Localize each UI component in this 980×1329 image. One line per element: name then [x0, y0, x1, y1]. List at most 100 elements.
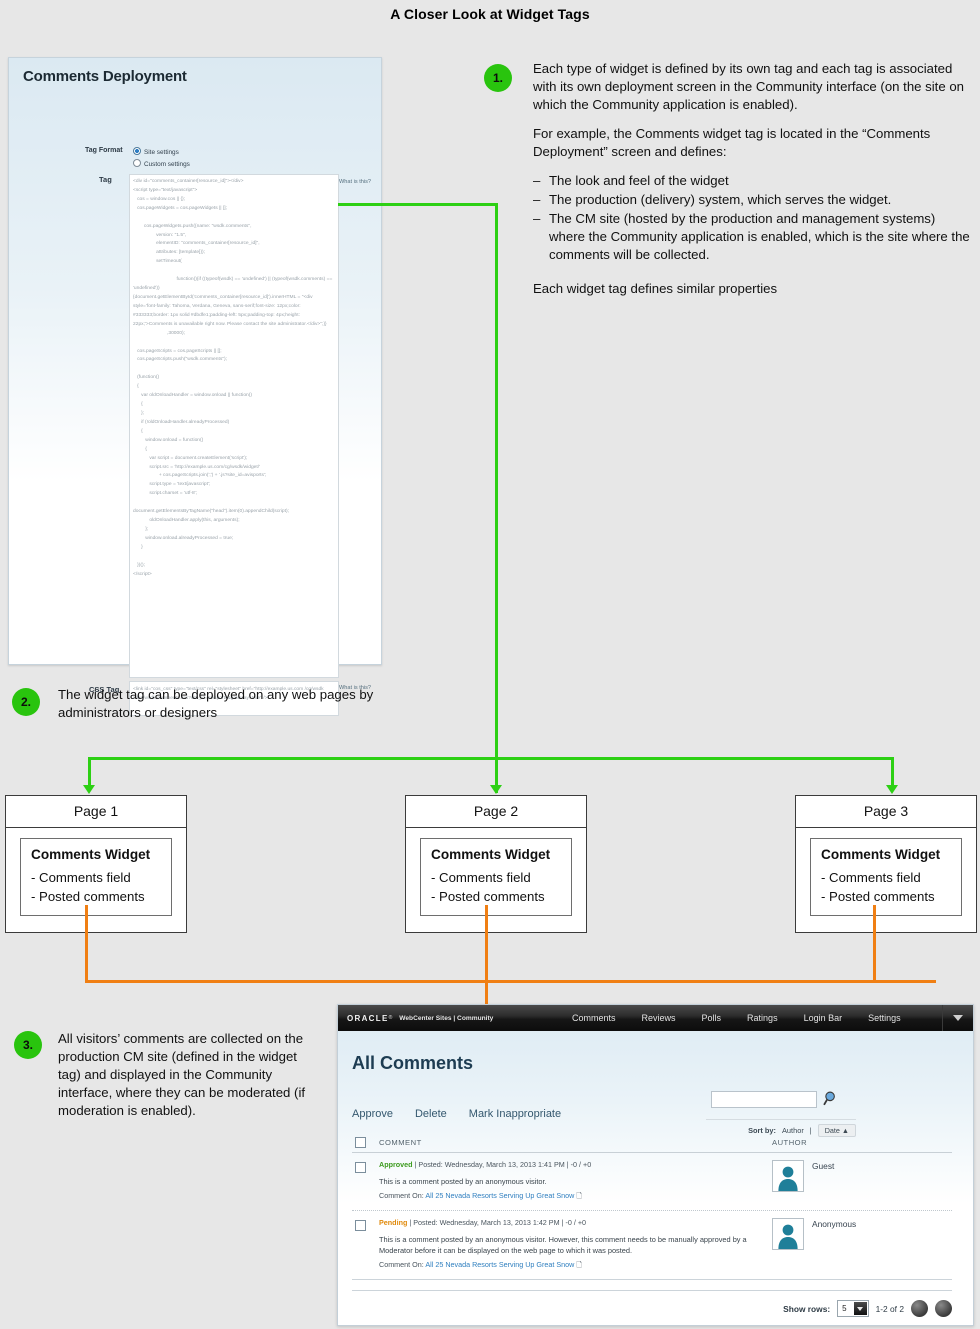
tag-label: Tag	[99, 175, 112, 184]
comment-on-link[interactable]: All 25 Nevada Resorts Serving Up Great S…	[425, 1191, 574, 1200]
tag-code-field[interactable]: <div id="comments_container[resource_id]…	[129, 174, 339, 678]
step-2-badge: 2.	[12, 688, 40, 716]
delete-button[interactable]: Delete	[415, 1108, 447, 1120]
page-box-3-header: Page 3	[796, 796, 976, 828]
approve-button[interactable]: Approve	[352, 1108, 393, 1120]
comments-widget-2-line2: - Posted comments	[431, 888, 545, 904]
sort-by-date[interactable]: Date ▲	[817, 1124, 856, 1137]
next-page-button[interactable]	[935, 1300, 952, 1317]
table-pagination: Show rows: 5 1-2 of 2	[352, 1290, 952, 1317]
page-box-2-header: Page 2	[406, 796, 586, 828]
comments-table: COMMENT AUTHOR Approved | Posted: Wednes…	[352, 1137, 952, 1281]
orange-line-from-page3	[873, 905, 876, 982]
row-author-cell: Anonymous	[772, 1218, 952, 1272]
oracle-logo-text: ORACLE	[347, 1013, 389, 1023]
nav-item-settings[interactable]: Settings	[855, 1013, 914, 1023]
external-link-icon: 🗋	[576, 1191, 583, 1201]
step-3-paragraph-1: All visitors’ comments are collected on …	[58, 1031, 306, 1118]
nav-item-reviews[interactable]: Reviews	[629, 1013, 689, 1023]
user-silhouette-icon	[778, 1224, 798, 1250]
show-rows-label: Show rows:	[783, 1303, 831, 1314]
page-title: A Closer Look at Widget Tags	[390, 6, 590, 22]
row-checkbox[interactable]	[355, 1162, 366, 1173]
page-box-2-body: Comments Widget - Comments field - Poste…	[406, 828, 586, 932]
radio-custom-settings[interactable]: Custom settings	[133, 159, 190, 168]
comments-deployment-title: Comments Deployment	[23, 68, 187, 85]
green-bus-line	[88, 757, 894, 760]
nav-item-polls[interactable]: Polls	[689, 1013, 735, 1023]
row-comment-on: Comment On: All 25 Nevada Resorts Servin…	[379, 1190, 762, 1203]
green-arrow-page3	[886, 785, 898, 794]
step-1-bullet-3: The CM site (hosted by the production an…	[533, 210, 973, 264]
search-icon[interactable]	[823, 1090, 840, 1107]
sort-by-author[interactable]: Author	[782, 1126, 804, 1135]
page-box-1: Page 1 Comments Widget - Comments field …	[5, 795, 187, 934]
oracle-brand: ORACLE ® WebCenter Sites | Community	[338, 1014, 559, 1023]
comment-on-label: Comment On:	[379, 1260, 424, 1270]
page-box-1-header: Page 1	[6, 796, 186, 828]
step-1-bullet-2: The production (delivery) system, which …	[533, 191, 973, 209]
row-meta: Pending | Posted: Wednesday, March 13, 2…	[379, 1218, 762, 1227]
step-1-text: Each type of widget is defined by its ow…	[533, 60, 973, 308]
user-silhouette-icon	[778, 1166, 798, 1191]
nav-item-ratings[interactable]: Ratings	[734, 1013, 791, 1023]
nav-item-comments[interactable]: Comments	[559, 1013, 629, 1023]
nav-item-login-bar[interactable]: Login Bar	[791, 1013, 856, 1023]
mark-inappropriate-button[interactable]: Mark Inappropriate	[469, 1108, 561, 1120]
comments-widget-3-line2: - Posted comments	[821, 888, 935, 904]
pagination-range: 1-2 of 2	[875, 1303, 904, 1314]
comments-widget-2-title: Comments Widget	[431, 847, 551, 862]
row-comment-on: Comment On: All 25 Nevada Resorts Servin…	[379, 1259, 762, 1272]
external-link-icon: 🗋	[576, 1260, 583, 1270]
comments-deployment-screenshot: Comments Deployment Tag Format Site sett…	[8, 57, 382, 716]
row-checkbox[interactable]	[355, 1220, 366, 1232]
comments-widget-1-title: Comments Widget	[31, 847, 151, 862]
column-header-author: AUTHOR	[772, 1138, 808, 1147]
row-author-cell: Guest	[772, 1160, 952, 1203]
status-badge: Pending	[379, 1218, 408, 1228]
show-rows-select[interactable]: 5	[837, 1300, 869, 1317]
search-input[interactable]	[711, 1091, 817, 1108]
row-comment-cell: Approved | Posted: Wednesday, March 13, …	[379, 1160, 772, 1203]
row-select-cell[interactable]	[352, 1218, 379, 1272]
comments-widget-2: Comments Widget - Comments field - Poste…	[420, 838, 572, 917]
green-line-from-tag	[338, 203, 498, 206]
row-select-cell[interactable]	[352, 1160, 379, 1203]
what-is-this-link-tag[interactable]: What is this?	[339, 179, 371, 185]
registered-mark-icon: ®	[388, 1015, 393, 1021]
tag-format-label: Tag Format	[85, 147, 123, 154]
row-author-name: Anonymous	[812, 1219, 857, 1230]
comment-on-label: Comment On:	[379, 1191, 424, 1201]
step-3-text: All visitors’ comments are collected on …	[58, 1030, 320, 1131]
green-arrow-page1	[83, 785, 95, 794]
nav-more-button[interactable]	[942, 1005, 973, 1031]
sort-by-label: Sort by:	[748, 1126, 776, 1135]
select-all-cell[interactable]	[352, 1137, 379, 1148]
community-nav-bar: ORACLE ® WebCenter Sites | Community Comm…	[338, 1005, 973, 1031]
avatar	[772, 1218, 804, 1251]
select-all-checkbox[interactable]	[355, 1137, 366, 1148]
status-badge: Approved	[379, 1160, 413, 1169]
comment-on-link[interactable]: All 25 Nevada Resorts Serving Up Great S…	[425, 1260, 574, 1269]
comments-widget-1-line2: - Posted comments	[31, 888, 145, 904]
radio-site-settings[interactable]: Site settings	[133, 147, 179, 156]
radio-site-settings-label: Site settings	[144, 149, 179, 156]
row-meta: Approved | Posted: Wednesday, March 13, …	[379, 1160, 762, 1169]
green-line-to-page2	[495, 203, 498, 793]
radio-off-icon	[133, 159, 141, 167]
comments-widget-3-title: Comments Widget	[821, 847, 941, 862]
step-1-bullets: The look and feel of the widget The prod…	[533, 172, 973, 264]
comments-widget-3-line1: - Comments field	[821, 870, 921, 885]
step-1-bullet-1: The look and feel of the widget	[533, 172, 973, 190]
previous-page-button[interactable]	[911, 1300, 928, 1317]
row-comment-body: This is a comment posted by an anonymous…	[379, 1177, 547, 1186]
table-row: Pending | Posted: Wednesday, March 13, 2…	[352, 1211, 952, 1281]
page-box-1-body: Comments Widget - Comments field - Poste…	[6, 828, 186, 932]
row-comment-cell: Pending | Posted: Wednesday, March 13, 2…	[379, 1218, 772, 1272]
row-author-name: Guest	[812, 1161, 835, 1171]
orange-bus-line	[85, 980, 936, 983]
comments-widget-3: Comments Widget - Comments field - Poste…	[810, 838, 962, 917]
community-nav-menu: Comments Reviews Polls Ratings Login Bar…	[559, 1013, 942, 1023]
step-3-badge: 3.	[14, 1031, 42, 1059]
step-1-paragraph-2: For example, the Comments widget tag is …	[533, 125, 931, 159]
